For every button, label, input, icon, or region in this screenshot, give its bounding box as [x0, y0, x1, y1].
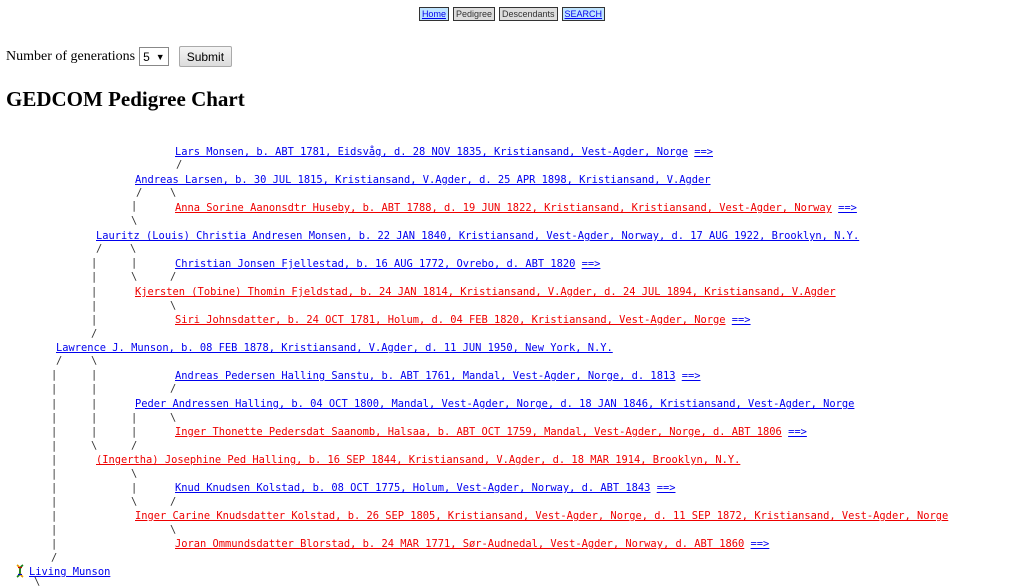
connector-backslash: \ — [91, 440, 98, 452]
pedigree-entry: Peder Andressen Halling, b. 04 OCT 1800,… — [135, 398, 854, 410]
connector-slash: / — [170, 496, 177, 508]
connector-pipe: | — [51, 383, 58, 395]
connector-pipe: | — [91, 426, 98, 438]
pedigree-entry: Living Munson — [29, 566, 110, 578]
connector-pipe: | — [51, 412, 58, 424]
connector-pipe: | — [51, 496, 58, 508]
pedigree-entry: Knud Knudsen Kolstad, b. 08 OCT 1775, Ho… — [175, 482, 675, 494]
connector-pipe: | — [51, 426, 58, 438]
pedigree-entry: Anna Sorine Aanonsdtr Huseby, b. ABT 178… — [175, 202, 857, 214]
more-ancestors-link[interactable]: ==> — [582, 258, 601, 270]
connector-pipe: | — [91, 314, 98, 326]
connector-backslash: \ — [170, 187, 177, 199]
more-ancestors-link[interactable]: ==> — [732, 314, 751, 326]
person-link[interactable]: Lauritz (Louis) Christia Andresen Monsen… — [96, 230, 859, 242]
person-link[interactable]: Andreas Pedersen Halling Sanstu, b. ABT … — [175, 370, 675, 382]
connector-pipe: | — [51, 454, 58, 466]
person-link[interactable]: Siri Johnsdatter, b. 24 OCT 1781, Holum,… — [175, 314, 726, 326]
pedigree-entry: Lawrence J. Munson, b. 08 FEB 1878, Kris… — [56, 342, 613, 354]
connector-pipe: | — [91, 412, 98, 424]
connector-slash: / — [176, 159, 183, 171]
connector-pipe: | — [51, 369, 58, 381]
connector-backslash: \ — [130, 243, 137, 255]
more-ancestors-link[interactable]: ==> — [682, 370, 701, 382]
connector-pipe: | — [91, 369, 98, 381]
connector-backslash: \ — [131, 496, 138, 508]
connector-slash: / — [170, 383, 177, 395]
connector-backslash: \ — [131, 271, 138, 283]
person-link[interactable]: Inger Carine Knudsdatter Kolstad, b. 26 … — [135, 510, 948, 522]
connector-pipe: | — [91, 383, 98, 395]
pedigree-entry: Joran Ommundsdatter Blorstad, b. 24 MAR … — [175, 538, 769, 550]
connector-backslash: \ — [131, 215, 138, 227]
pedigree-chart: Lars Monsen, b. ABT 1781, Eidsvåg, d. 28… — [0, 0, 1024, 588]
pedigree-entry: Christian Jonsen Fjellestad, b. 16 AUG 1… — [175, 258, 600, 270]
connector-pipe: | — [51, 510, 58, 522]
person-link[interactable]: (Ingertha) Josephine Ped Halling, b. 16 … — [96, 454, 740, 466]
connector-pipe: | — [51, 440, 58, 452]
connector-backslash: \ — [170, 300, 177, 312]
more-ancestors-link[interactable]: ==> — [694, 146, 713, 158]
connector-pipe: | — [131, 200, 138, 212]
connector-pipe: | — [51, 398, 58, 410]
pedigree-entry: (Ingertha) Josephine Ped Halling, b. 16 … — [96, 454, 740, 466]
connector-slash: / — [51, 552, 58, 564]
person-link[interactable]: Knud Knudsen Kolstad, b. 08 OCT 1775, Ho… — [175, 482, 650, 494]
connector-pipe: | — [131, 412, 138, 424]
person-link[interactable]: Anna Sorine Aanonsdtr Huseby, b. ABT 178… — [175, 202, 832, 214]
pedigree-entry: Siri Johnsdatter, b. 24 OCT 1781, Holum,… — [175, 314, 751, 326]
pedigree-entry: Lauritz (Louis) Christia Andresen Monsen… — [96, 230, 859, 242]
pedigree-entry: Kjersten (Tobine) Thomin Fjeldstad, b. 2… — [135, 286, 836, 298]
connector-backslash: \ — [170, 524, 177, 536]
connector-slash: / — [170, 271, 177, 283]
connector-pipe: | — [131, 482, 138, 494]
connector-pipe: | — [91, 398, 98, 410]
connector-pipe: | — [51, 482, 58, 494]
connector-pipe: | — [91, 300, 98, 312]
connector-backslash: \ — [170, 412, 177, 424]
person-link[interactable]: Andreas Larsen, b. 30 JUL 1815, Kristian… — [135, 174, 711, 186]
person-link[interactable]: Kjersten (Tobine) Thomin Fjeldstad, b. 2… — [135, 286, 836, 298]
person-link[interactable]: Inger Thonette Pedersdat Saanomb, Halsaa… — [175, 426, 782, 438]
person-link[interactable]: Christian Jonsen Fjellestad, b. 16 AUG 1… — [175, 258, 575, 270]
more-ancestors-link[interactable]: ==> — [838, 202, 857, 214]
connector-backslash: \ — [131, 468, 138, 480]
pedigree-entry: Inger Thonette Pedersdat Saanomb, Halsaa… — [175, 426, 807, 438]
person-link[interactable]: Living Munson — [29, 566, 110, 578]
connector-pipe: | — [51, 538, 58, 550]
connector-slash: / — [136, 187, 143, 199]
connector-slash: / — [131, 440, 138, 452]
person-link[interactable]: Peder Andressen Halling, b. 04 OCT 1800,… — [135, 398, 854, 410]
pedigree-entry: Lars Monsen, b. ABT 1781, Eidsvåg, d. 28… — [175, 146, 713, 158]
connector-backslash: \ — [34, 576, 41, 588]
pedigree-entry: Andreas Larsen, b. 30 JUL 1815, Kristian… — [135, 174, 711, 186]
pedigree-entry: Andreas Pedersen Halling Sanstu, b. ABT … — [175, 370, 701, 382]
connector-slash: / — [56, 355, 63, 367]
connector-pipe: | — [131, 257, 138, 269]
pedigree-entry: Inger Carine Knudsdatter Kolstad, b. 26 … — [135, 510, 948, 522]
connector-slash: / — [91, 328, 98, 340]
connector-pipe: | — [131, 426, 138, 438]
connector-pipe: | — [91, 257, 98, 269]
person-link[interactable]: Joran Ommundsdatter Blorstad, b. 24 MAR … — [175, 538, 744, 550]
connector-slash: / — [96, 243, 103, 255]
more-ancestors-link[interactable]: ==> — [751, 538, 770, 550]
connector-pipe: | — [91, 286, 98, 298]
connector-pipe: | — [51, 468, 58, 480]
dna-icon — [16, 564, 24, 578]
connector-backslash: \ — [91, 355, 98, 367]
more-ancestors-link[interactable]: ==> — [657, 482, 676, 494]
person-link[interactable]: Lars Monsen, b. ABT 1781, Eidsvåg, d. 28… — [175, 146, 688, 158]
more-ancestors-link[interactable]: ==> — [788, 426, 807, 438]
person-link[interactable]: Lawrence J. Munson, b. 08 FEB 1878, Kris… — [56, 342, 613, 354]
connector-pipe: | — [51, 524, 58, 536]
connector-pipe: | — [91, 271, 98, 283]
